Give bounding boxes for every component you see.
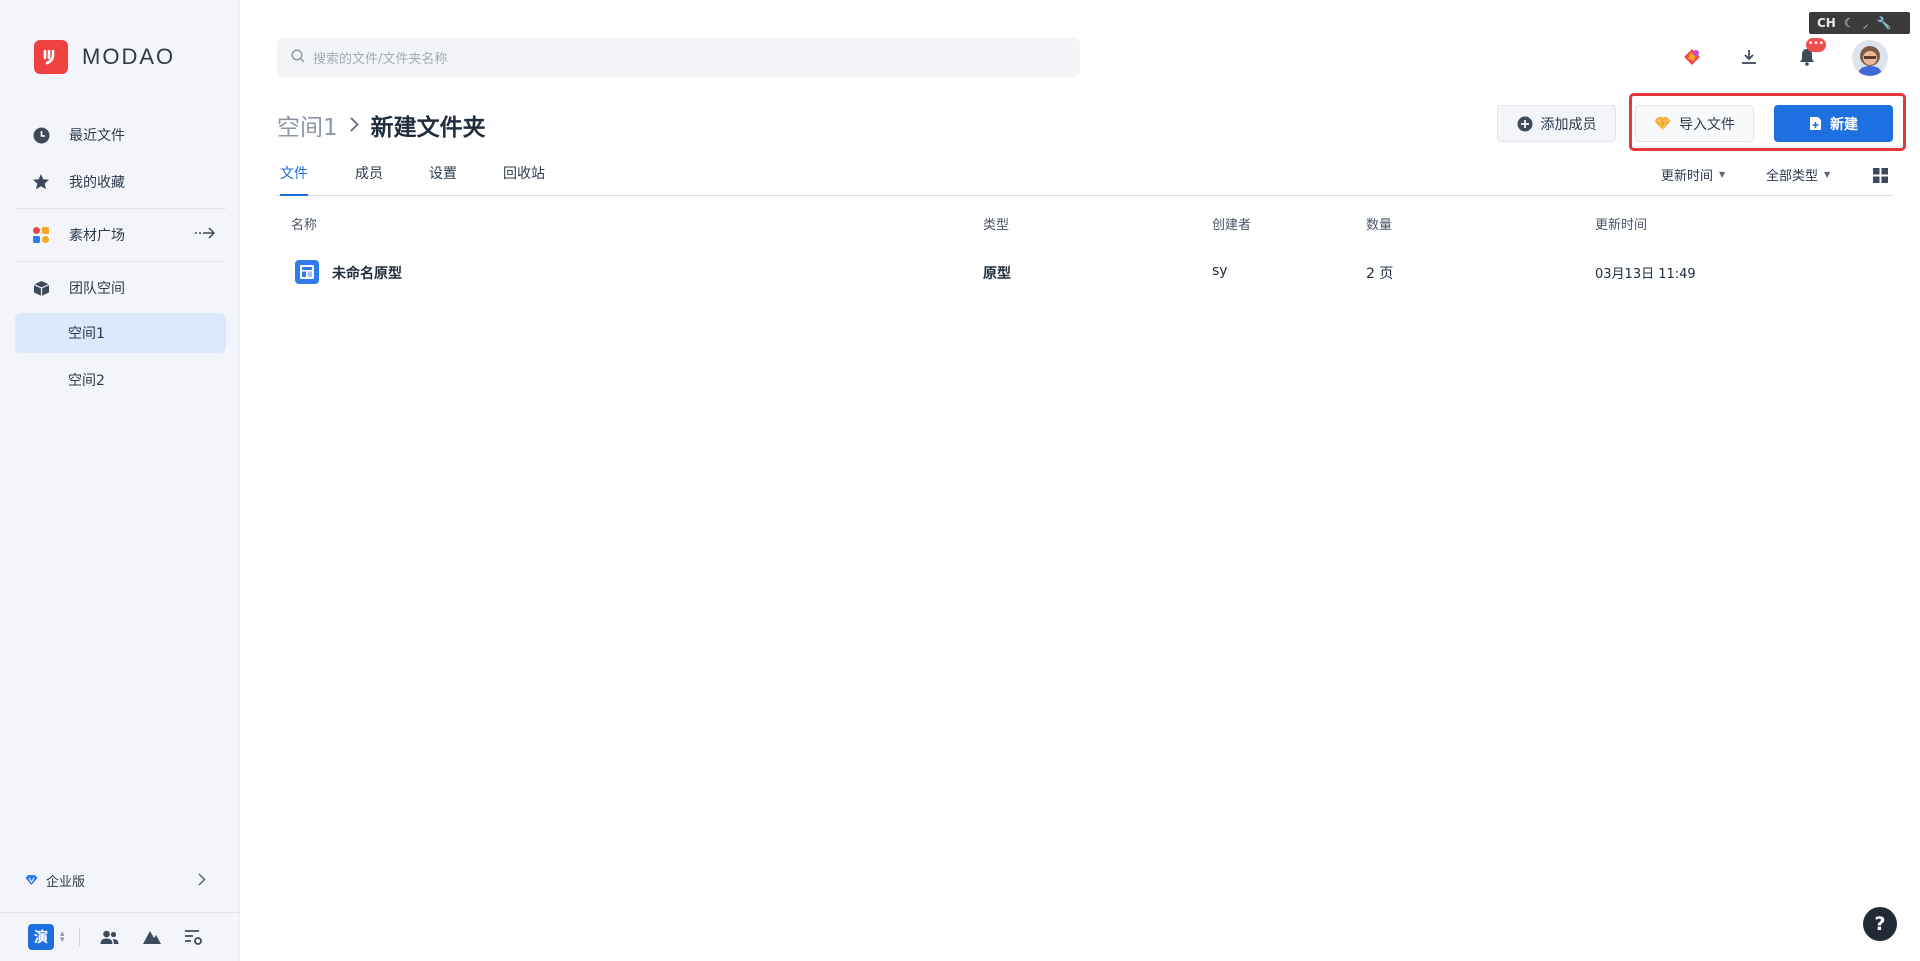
sidebar-item-label: 素材广场	[69, 228, 125, 244]
diamond-icon	[25, 874, 38, 886]
avatar[interactable]	[1852, 40, 1888, 76]
column-header-count[interactable]: 数量	[1366, 214, 1392, 233]
add-member-button[interactable]: 添加成员	[1497, 105, 1616, 142]
sidebar-item-label: 空间2	[68, 373, 105, 389]
sidebar-item-recent[interactable]: 最近文件	[15, 115, 226, 155]
column-header-updated[interactable]: 更新时间	[1595, 214, 1647, 233]
tab-members[interactable]: 成员	[355, 163, 383, 196]
enterprise-upgrade[interactable]: 企业版	[15, 862, 226, 898]
new-file-icon	[1809, 116, 1822, 131]
tab-bar: 文件 成员 设置 回收站 更新时间 ▼ 全部类型 ▼	[277, 163, 1893, 196]
sidebar-item-label: 空间1	[68, 326, 105, 342]
sidebar-space-2[interactable]: 空间2	[15, 360, 226, 400]
type-filter-dropdown[interactable]: 全部类型 ▼	[1766, 165, 1830, 184]
team-members-icon[interactable]	[100, 927, 120, 947]
feather-icon[interactable]: ⸝	[1863, 15, 1869, 32]
modao-logo-icon	[34, 40, 68, 74]
dev-toolbar[interactable]: CH ☾ ⸝ 🔧	[1809, 12, 1910, 34]
enterprise-label: 企业版	[46, 874, 86, 890]
tab-settings[interactable]: 设置	[429, 163, 457, 196]
new-button[interactable]: 新建	[1774, 105, 1893, 142]
wrench-icon[interactable]: 🔧	[1877, 16, 1892, 30]
sidebar-space-1[interactable]: 空间1	[15, 313, 226, 353]
new-label: 新建	[1830, 116, 1858, 133]
notification-badge: •••	[1806, 38, 1826, 52]
list-settings-icon[interactable]	[184, 927, 204, 947]
star-icon	[32, 173, 50, 191]
apps-icon	[32, 226, 50, 244]
plus-circle-icon	[1517, 116, 1533, 132]
sidebar-item-label: 最近文件	[69, 128, 125, 144]
brand-name: MODAO	[82, 44, 176, 69]
table-row[interactable]: 未命名原型 原型 sy 2 页 03月13日 11:49	[277, 250, 1893, 294]
search-placeholder: 搜索的文件/文件夹名称	[313, 52, 448, 67]
import-file-button[interactable]: 导入文件	[1635, 105, 1754, 142]
file-updated: 03月13日 11:49	[1595, 267, 1696, 282]
updown-icon[interactable]: ▴ ▾	[60, 930, 65, 945]
file-type: 原型	[983, 266, 1011, 282]
workspace-badge[interactable]: 演	[28, 924, 54, 950]
sidebar-item-label: 团队空间	[69, 281, 125, 297]
tab-files[interactable]: 文件	[280, 163, 308, 196]
cloud-shapes-icon[interactable]	[142, 927, 162, 947]
divider	[78, 928, 80, 946]
file-creator: sy	[1212, 263, 1228, 279]
file-count: 2 页	[1366, 266, 1394, 282]
sort-dropdown[interactable]: 更新时间 ▼	[1661, 165, 1725, 184]
sidebar-item-materials[interactable]: 素材广场	[15, 215, 226, 255]
search-input[interactable]: 搜索的文件/文件夹名称	[277, 38, 1080, 77]
page-title: 新建文件夹	[370, 115, 486, 141]
breadcrumb-space[interactable]: 空间1	[277, 108, 338, 142]
download-icon[interactable]	[1732, 40, 1766, 74]
column-header-creator[interactable]: 创建者	[1212, 214, 1251, 233]
sidebar-bottom-bar: 演 ▴ ▾	[0, 912, 240, 961]
chevron-right-icon	[350, 113, 359, 137]
search-icon	[291, 48, 305, 67]
cube-icon	[32, 279, 50, 297]
sidebar-item-label: 我的收藏	[69, 175, 125, 191]
divider	[15, 208, 226, 209]
caret-down-icon: ▼	[1719, 170, 1726, 179]
divider	[15, 261, 226, 262]
type-filter-label: 全部类型	[1766, 169, 1819, 184]
column-header-name[interactable]: 名称	[291, 214, 317, 233]
sidebar-item-favorites[interactable]: 我的收藏	[15, 162, 226, 202]
breadcrumb: 空间1 新建文件夹	[277, 108, 486, 142]
chevron-right-icon	[198, 873, 206, 886]
column-header-type[interactable]: 类型	[983, 214, 1009, 233]
ch-label: CH	[1817, 16, 1836, 30]
clock-icon	[32, 126, 50, 144]
prototype-file-icon	[295, 260, 319, 284]
sort-label: 更新时间	[1661, 169, 1714, 184]
tab-trash[interactable]: 回收站	[503, 163, 545, 196]
grid-view-icon[interactable]	[1873, 168, 1888, 183]
help-button[interactable]: ?	[1863, 907, 1897, 941]
caret-down-icon: ▼	[1824, 170, 1831, 179]
sidebar-item-team-space[interactable]: 团队空间	[15, 268, 226, 308]
arrow-right-icon[interactable]	[194, 226, 216, 244]
add-member-label: 添加成员	[1540, 116, 1597, 133]
import-file-label: 导入文件	[1679, 116, 1735, 133]
sidebar: MODAO 最近文件 我的收藏 素材广场 团队空间 空间1 空间2 企业版 演 …	[0, 0, 240, 961]
gift-icon[interactable]	[1675, 40, 1709, 74]
logo[interactable]: MODAO	[34, 40, 175, 74]
sketch-diamond-icon	[1654, 116, 1671, 131]
moon-icon[interactable]: ☾	[1844, 16, 1855, 30]
file-name[interactable]: 未命名原型	[332, 263, 402, 283]
